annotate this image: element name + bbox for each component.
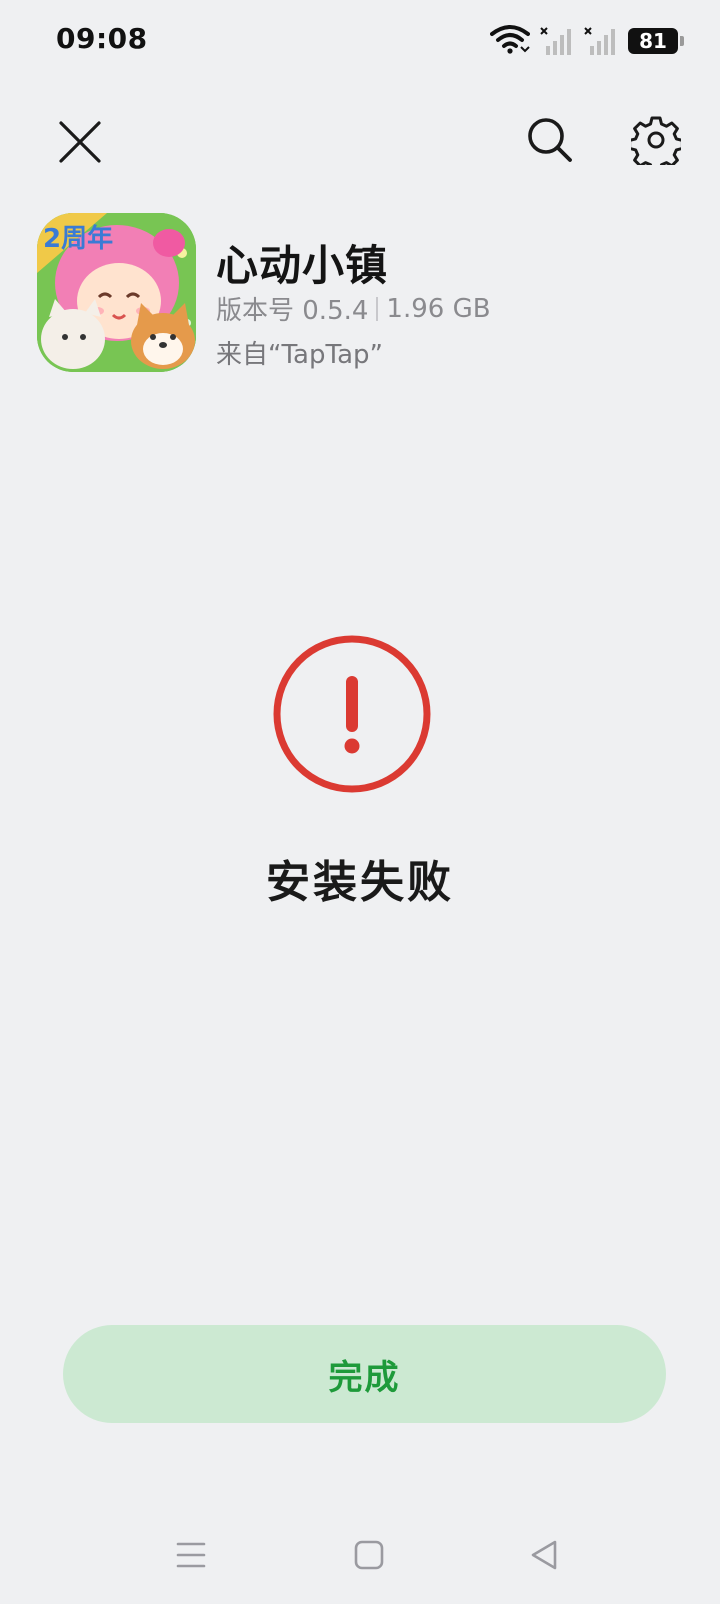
app-source: 来自“TapTap” bbox=[216, 340, 383, 370]
back-icon bbox=[531, 1540, 557, 1570]
app-size: 1.96 GB bbox=[386, 293, 491, 324]
app-icon: 2周年 bbox=[37, 213, 196, 372]
close-button[interactable] bbox=[48, 110, 112, 174]
nav-back-button[interactable] bbox=[520, 1530, 570, 1580]
home-icon bbox=[354, 1540, 384, 1570]
nav-menu-button[interactable] bbox=[166, 1530, 216, 1580]
app-meta: 版本号 0.5.4 1.96 GB bbox=[216, 290, 491, 327]
app-version: 版本号 0.5.4 bbox=[216, 296, 369, 326]
app-name: 心动小镇 bbox=[216, 241, 389, 290]
nav-home-button[interactable] bbox=[344, 1530, 394, 1580]
battery-icon: 81 bbox=[628, 28, 684, 54]
meta-divider bbox=[376, 296, 379, 321]
done-button[interactable]: 完成 bbox=[63, 1325, 666, 1423]
search-button[interactable] bbox=[518, 108, 582, 172]
wifi-icon bbox=[490, 24, 530, 58]
menu-icon bbox=[176, 1542, 206, 1568]
gear-icon bbox=[631, 116, 681, 165]
signal-no-service-icon bbox=[540, 26, 574, 56]
settings-button[interactable] bbox=[624, 108, 688, 172]
status-icons: 81 bbox=[490, 24, 684, 58]
status-time: 09:08 bbox=[56, 22, 148, 55]
install-status-title: 安装失败 bbox=[266, 857, 454, 908]
error-circle-icon bbox=[270, 632, 434, 796]
battery-level: 81 bbox=[639, 29, 667, 53]
close-icon bbox=[59, 121, 101, 163]
status-bar: 09:08 81 bbox=[0, 0, 720, 80]
anniversary-badge: 2周年 bbox=[43, 223, 113, 254]
signal-no-service-icon bbox=[584, 26, 618, 56]
search-icon bbox=[528, 118, 572, 162]
install-result-screen: 09:08 81 2周年 心动小镇 版本号 0.5.4 1.96 GB 来自“T… bbox=[0, 0, 720, 1604]
